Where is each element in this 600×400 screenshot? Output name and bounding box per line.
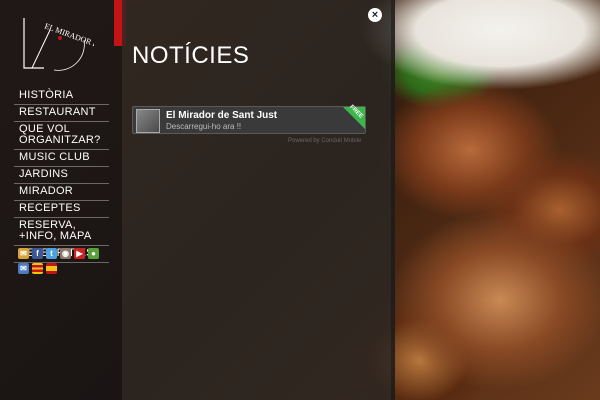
app-thumbnail: [136, 109, 160, 133]
app-name: El Mirador de Sant Just: [166, 110, 278, 121]
menu-item-restaurant[interactable]: RESTAURANT: [14, 105, 109, 122]
logo-graphic: EL MIRADOR DE SANT JUST: [23, 18, 145, 71]
menu-item-reserva-info-mapa[interactable]: RESERVA, +INFO, MAPA: [14, 218, 109, 246]
email-icon[interactable]: ✉: [18, 248, 29, 259]
envelope-icon[interactable]: ✉: [18, 263, 29, 274]
catalan-flag-icon[interactable]: [32, 263, 43, 274]
main-navigation: HISTÒRIA RESTAURANT QUE VOL ORGANITZAR? …: [14, 88, 109, 263]
logo-text: EL MIRADOR DE SANT JUST: [43, 21, 94, 65]
twitter-icon[interactable]: t: [46, 248, 57, 259]
page-title: NOTÍCIES: [132, 42, 250, 69]
facebook-icon[interactable]: f: [32, 248, 43, 259]
spanish-flag-icon[interactable]: [46, 263, 57, 274]
instagram-icon[interactable]: ◉: [60, 248, 71, 259]
menu-item-receptes[interactable]: RECEPTES: [14, 201, 109, 218]
app-promo-card[interactable]: El Mirador de Sant Just Descarregui-ho a…: [132, 104, 366, 134]
close-button[interactable]: ×: [368, 8, 382, 22]
restaurant-logo[interactable]: EL MIRADOR DE SANT JUST: [14, 10, 145, 80]
powered-by-text: Powered by Conduit Mobile: [288, 138, 362, 144]
youtube-icon[interactable]: ▶: [74, 248, 85, 259]
menu-item-mirador[interactable]: MIRADOR: [14, 184, 109, 201]
social-links: ✉ f t ◉ ▶ ● ✉: [18, 248, 118, 278]
tripadvisor-icon[interactable]: ●: [88, 248, 99, 259]
panel-edge: [391, 0, 395, 400]
menu-item-que-vol-organitzar[interactable]: QUE VOL ORGANITZAR?: [14, 122, 109, 150]
app-subtitle: Descarregui-ho ara !!: [166, 122, 242, 131]
menu-item-music-club[interactable]: MUSIC CLUB: [14, 150, 109, 167]
menu-item-jardins[interactable]: JARDINS: [14, 167, 109, 184]
menu-item-historia[interactable]: HISTÒRIA: [14, 88, 109, 105]
